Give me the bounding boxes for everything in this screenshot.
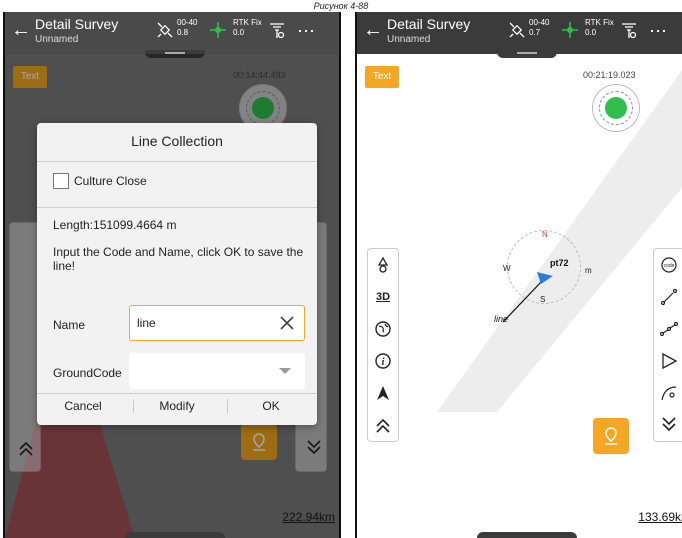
app-header: ← Detail Survey Unnamed 00-40 0.7 RTK Fix… bbox=[357, 12, 682, 54]
location-pin-icon bbox=[605, 427, 617, 445]
code-icon[interactable]: code bbox=[654, 249, 682, 281]
figure-caption: Рисунок 4-88 bbox=[313, 1, 369, 11]
compass-east: m bbox=[585, 266, 592, 275]
watermark-shape bbox=[437, 70, 682, 412]
curve-icon[interactable] bbox=[654, 377, 682, 409]
project-name: Unnamed bbox=[35, 34, 79, 45]
satellite-status: 00-40 0.8 bbox=[177, 18, 198, 37]
collect-point-button[interactable] bbox=[593, 418, 629, 454]
elapsed-timer: 00:21:19.023 bbox=[583, 70, 636, 80]
divider bbox=[37, 393, 317, 394]
back-arrow-icon[interactable]: ← bbox=[11, 20, 31, 40]
dialog-title: Line Collection bbox=[131, 133, 223, 149]
page-title: Detail Survey bbox=[387, 16, 471, 32]
globe-icon[interactable] bbox=[368, 313, 398, 345]
name-value: line bbox=[137, 316, 156, 330]
dropdown-arrow-icon bbox=[279, 368, 291, 374]
antenna-icon[interactable] bbox=[619, 20, 639, 40]
point-survey-icon[interactable] bbox=[654, 281, 682, 313]
right-toolbar: code bbox=[653, 248, 682, 442]
layers-icon[interactable] bbox=[368, 249, 398, 281]
line-label: line bbox=[494, 314, 509, 324]
rtk-status: RTK Fix 0.0 bbox=[233, 18, 262, 37]
map-scale: 222.94km bbox=[282, 510, 335, 524]
antenna-icon[interactable] bbox=[267, 20, 287, 40]
instruction-text: Input the Code and Name, click OK to sav… bbox=[53, 245, 304, 273]
name-input[interactable]: line bbox=[129, 305, 305, 341]
collapse-up-icon[interactable] bbox=[368, 409, 398, 441]
more-menu-icon[interactable]: ⋯ bbox=[297, 22, 316, 40]
satellite-icon[interactable] bbox=[155, 20, 175, 40]
cancel-button[interactable]: Cancel bbox=[43, 399, 123, 413]
gnss-fix-icon bbox=[210, 22, 226, 38]
line-survey-icon[interactable] bbox=[654, 313, 682, 345]
info-icon[interactable]: i bbox=[368, 345, 398, 377]
satellite-status: 00-40 0.7 bbox=[529, 18, 550, 37]
collapse-down-icon[interactable] bbox=[654, 409, 682, 441]
culture-close-checkbox[interactable] bbox=[53, 173, 69, 189]
stakeout-icon[interactable] bbox=[654, 345, 682, 377]
3d-icon[interactable]: 3D bbox=[368, 281, 398, 313]
back-arrow-icon[interactable]: ← bbox=[363, 20, 383, 40]
bottom-drawer-handle[interactable] bbox=[477, 532, 577, 538]
position-arrow-icon bbox=[537, 272, 553, 284]
button-divider bbox=[133, 399, 134, 413]
fix-dot bbox=[605, 97, 627, 119]
gnss-fix-icon bbox=[562, 22, 578, 38]
modify-button[interactable]: Modify bbox=[137, 399, 217, 413]
app-header: ← Detail Survey Unnamed 00-40 0.8 RTK Fix… bbox=[5, 12, 339, 54]
compass-north: N bbox=[542, 230, 548, 239]
divider bbox=[37, 161, 317, 162]
right-screen: ← Detail Survey Unnamed 00-40 0.7 RTK Fix… bbox=[355, 12, 682, 538]
bottom-drawer-handle[interactable] bbox=[125, 532, 225, 538]
text-toggle-button[interactable]: Text bbox=[365, 66, 399, 88]
map-scale: 133.69km bbox=[638, 510, 682, 524]
page-title: Detail Survey bbox=[35, 16, 119, 32]
rtk-status: RTK Fix 0.0 bbox=[585, 18, 614, 37]
left-screen: ← Detail Survey Unnamed 00-40 0.8 RTK Fix… bbox=[3, 12, 341, 538]
groundcode-select[interactable] bbox=[129, 353, 305, 389]
project-name: Unnamed bbox=[387, 34, 431, 45]
navigate-icon[interactable] bbox=[368, 377, 398, 409]
groundcode-label: GroundCode bbox=[53, 366, 122, 380]
line-collection-dialog: Line Collection Culture Close Length:151… bbox=[37, 123, 317, 425]
name-label: Name bbox=[53, 318, 86, 332]
checkbox-label: Culture Close bbox=[74, 174, 147, 188]
line-length: Length:151099.4664 m bbox=[53, 218, 177, 232]
gps-precision-indicator[interactable] bbox=[592, 84, 640, 132]
more-menu-icon[interactable]: ⋯ bbox=[649, 22, 668, 40]
satellite-icon[interactable] bbox=[507, 20, 527, 40]
clear-icon[interactable] bbox=[278, 314, 296, 332]
divider bbox=[37, 207, 317, 208]
svg-text:i: i bbox=[382, 357, 385, 368]
point-label: pt72 bbox=[550, 258, 569, 268]
left-toolbar: 3D i bbox=[367, 248, 399, 442]
button-divider bbox=[227, 399, 228, 413]
svg-text:code: code bbox=[664, 263, 675, 269]
ok-button[interactable]: OK bbox=[231, 399, 311, 413]
